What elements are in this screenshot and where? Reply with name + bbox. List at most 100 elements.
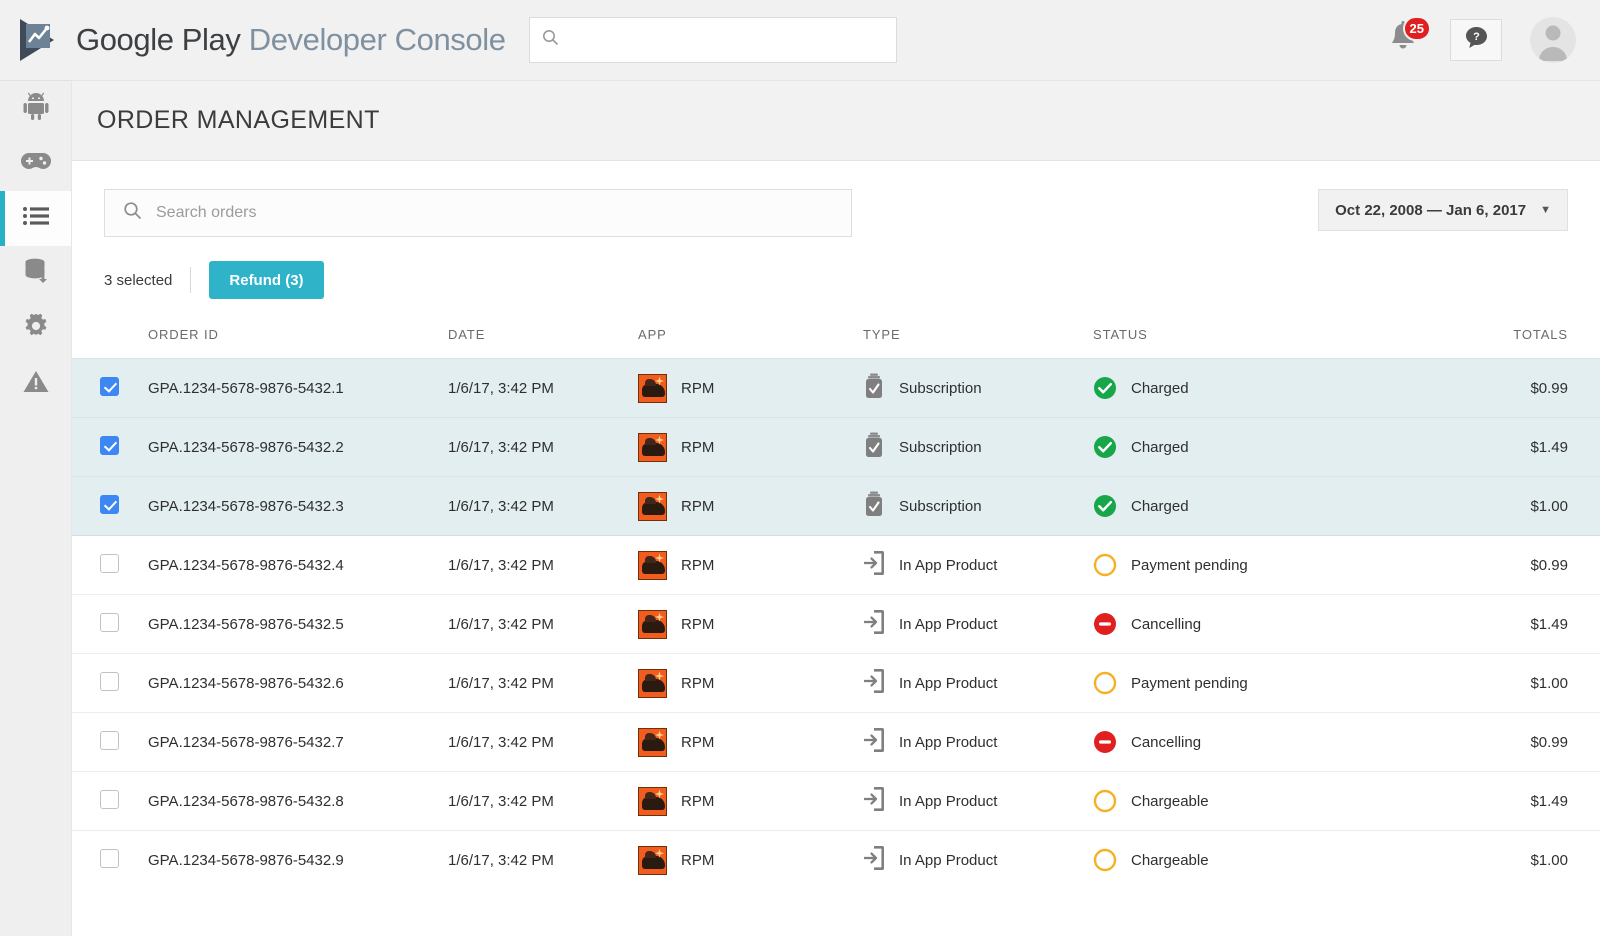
cell-status: Chargeable — [1131, 793, 1209, 810]
minus-circle-red-icon — [1093, 612, 1117, 636]
row-select-checkbox[interactable] — [100, 495, 119, 514]
cell-order-id: GPA.1234-5678-9876-5432.9 — [148, 852, 344, 869]
date-range-selector[interactable]: Oct 22, 2008 — Jan 6, 2017 ▼ — [1318, 189, 1568, 231]
column-header-type[interactable]: TYPE — [863, 317, 1093, 359]
table-row[interactable]: GPA.1234-5678-9876-5432.71/6/17, 3:42 PM… — [72, 713, 1600, 772]
rpm-app-icon — [638, 492, 667, 521]
check-circle-green-icon — [1093, 435, 1117, 459]
cell-app-name: RPM — [681, 557, 714, 574]
row-select-checkbox[interactable] — [100, 554, 119, 573]
brand-title: Google Play Developer Console — [76, 22, 506, 58]
cell-type: In App Product — [899, 557, 997, 574]
cell-type: In App Product — [899, 793, 997, 810]
cell-status: Cancelling — [1131, 734, 1201, 751]
table-row[interactable]: GPA.1234-5678-9876-5432.4 1/6/17, 3:42 PM… — [72, 536, 1600, 595]
in-app-product-icon — [863, 727, 885, 757]
left-sidebar — [0, 81, 72, 936]
svg-text:?: ? — [1473, 31, 1480, 43]
subscription-icon — [863, 373, 885, 403]
cell-type: Subscription — [899, 439, 982, 456]
table-row[interactable]: GPA.1234-5678-9876-5432.61/6/17, 3:42 PM… — [72, 654, 1600, 713]
cell-app-name: RPM — [681, 675, 714, 692]
page-header: ORDER MANAGEMENT — [72, 81, 1600, 161]
refund-button[interactable]: Refund (3) — [209, 261, 323, 299]
cell-order-id: GPA.1234-5678-9876-5432.8 — [148, 793, 344, 810]
global-search-input[interactable] — [569, 32, 884, 49]
cell-status: Cancelling — [1131, 616, 1201, 633]
rpm-app-icon — [638, 728, 667, 757]
cell-app-name: RPM — [681, 852, 714, 869]
column-header-date[interactable]: DATE — [448, 317, 638, 359]
sidebar-item-game-services[interactable] — [0, 136, 72, 191]
circle-outline-yellow-icon — [1093, 848, 1117, 872]
help-question-icon: ? — [1464, 25, 1489, 55]
cell-total: $0.99 — [1530, 557, 1568, 574]
table-row[interactable]: GPA.1234-5678-9876-5432.31/6/17, 3:42 PM… — [72, 477, 1600, 536]
row-select-checkbox[interactable] — [100, 790, 119, 809]
row-select-checkbox[interactable] — [100, 849, 119, 868]
cell-order-id: GPA.1234-5678-9876-5432.4 — [148, 557, 344, 574]
sidebar-item-reports[interactable] — [0, 246, 72, 301]
page-title: ORDER MANAGEMENT — [97, 106, 380, 135]
cell-total: $1.49 — [1530, 793, 1568, 810]
rpm-app-icon — [638, 787, 667, 816]
cell-type: In App Product — [899, 616, 997, 633]
column-header-status[interactable]: STATUS — [1093, 317, 1393, 359]
sidebar-item-alerts[interactable] — [0, 356, 72, 411]
rpm-app-icon — [638, 551, 667, 580]
database-icon — [23, 258, 49, 289]
table-row[interactable]: GPA.1234-5678-9876-5432.51/6/17, 3:42 PM… — [72, 595, 1600, 654]
sidebar-item-order-management[interactable] — [0, 191, 72, 246]
cell-total: $0.99 — [1530, 380, 1568, 397]
date-range-label: Oct 22, 2008 — Jan 6, 2017 — [1335, 202, 1526, 219]
cell-date: 1/6/17, 3:42 PM — [448, 852, 554, 869]
sidebar-item-all-applications[interactable] — [0, 81, 72, 136]
column-header-order-id[interactable]: ORDER ID — [148, 317, 448, 359]
cell-date: 1/6/17, 3:42 PM — [448, 439, 554, 456]
orders-search-box[interactable] — [104, 189, 852, 237]
orders-toolbar: Oct 22, 2008 — Jan 6, 2017 ▼ — [72, 161, 1600, 237]
row-select-checkbox[interactable] — [100, 672, 119, 691]
brand-logo-group[interactable]: Google Play Developer Console — [16, 17, 506, 63]
cell-status: Charged — [1131, 498, 1189, 515]
notifications-button[interactable]: 25 — [1388, 21, 1422, 59]
cell-order-id: GPA.1234-5678-9876-5432.1 — [148, 380, 344, 397]
row-select-checkbox[interactable] — [100, 436, 119, 455]
table-header-row: ORDER ID DATE APP TYPE STATUS TOTALS — [72, 317, 1600, 359]
cell-date: 1/6/17, 3:42 PM — [448, 793, 554, 810]
user-avatar-icon — [1530, 17, 1576, 63]
help-button[interactable]: ? — [1450, 19, 1502, 61]
sidebar-item-settings[interactable] — [0, 301, 72, 356]
global-search-box[interactable] — [529, 17, 897, 63]
check-circle-green-icon — [1093, 494, 1117, 518]
warning-triangle-icon — [23, 370, 49, 398]
row-select-checkbox[interactable] — [100, 613, 119, 632]
table-row[interactable]: GPA.1234-5678-9876-5432.1 1/6/17, 3:42 PM… — [72, 359, 1600, 418]
toolbar-divider — [190, 267, 191, 293]
orders-search-input[interactable] — [156, 204, 833, 222]
cell-total: $1.00 — [1530, 675, 1568, 692]
table-row[interactable]: GPA.1234-5678-9876-5432.8 1/6/17, 3:42 PM… — [72, 772, 1600, 831]
user-avatar[interactable] — [1530, 17, 1576, 63]
selected-count-label: 3 selected — [104, 272, 190, 289]
in-app-product-icon — [863, 550, 885, 580]
check-circle-green-icon — [1093, 376, 1117, 400]
cell-type: In App Product — [899, 852, 997, 869]
minus-circle-red-icon — [1093, 730, 1117, 754]
column-header-app[interactable]: APP — [638, 317, 863, 359]
select-all-header — [72, 317, 148, 359]
row-select-checkbox[interactable] — [100, 731, 119, 750]
cell-app-name: RPM — [681, 616, 714, 633]
cell-date: 1/6/17, 3:42 PM — [448, 380, 554, 397]
cell-order-id: GPA.1234-5678-9876-5432.5 — [148, 616, 344, 633]
column-header-totals[interactable]: TOTALS — [1393, 317, 1600, 359]
cell-app-name: RPM — [681, 498, 714, 515]
cell-date: 1/6/17, 3:42 PM — [448, 557, 554, 574]
row-select-checkbox[interactable] — [100, 377, 119, 396]
table-row[interactable]: GPA.1234-5678-9876-5432.9 1/6/17, 3:42 PM… — [72, 831, 1600, 890]
bell-icon — [1388, 42, 1418, 59]
table-row[interactable]: GPA.1234-5678-9876-5432.21/6/17, 3:42 PM… — [72, 418, 1600, 477]
cell-type: Subscription — [899, 498, 982, 515]
in-app-product-icon — [863, 845, 885, 875]
cell-date: 1/6/17, 3:42 PM — [448, 734, 554, 751]
